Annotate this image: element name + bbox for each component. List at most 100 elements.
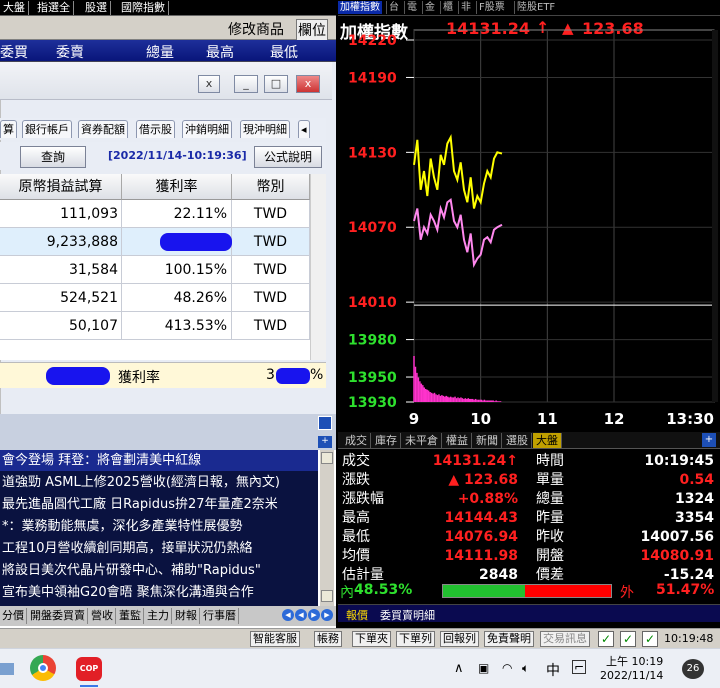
order-bar-button[interactable]: 下單列 <box>396 631 435 647</box>
maximize-icon[interactable]: □ <box>264 75 288 93</box>
tab-index-select[interactable]: 指選全 <box>34 1 74 15</box>
close-icon[interactable]: x <box>296 75 320 93</box>
cell-rate: 100.15% <box>122 256 232 284</box>
tab-calc[interactable]: 算 <box>0 120 17 138</box>
check-icon[interactable]: ✓ <box>642 631 658 647</box>
quote-tab[interactable]: 新聞 <box>473 433 502 448</box>
speaker-icon[interactable]: 🔈︎ <box>522 661 529 676</box>
chrome-icon[interactable] <box>30 655 56 681</box>
ime-mode-icon[interactable]: ⌐ <box>572 660 586 674</box>
news-item[interactable]: 最先進晶圓代工廠 日Rapidus拚27年量產2奈米 <box>0 494 318 515</box>
edit-product-button[interactable]: 修改商品 <box>228 19 284 39</box>
right-tab[interactable]: 非 <box>458 1 473 14</box>
news-item[interactable]: 將設日美次代晶片研發中心、補助"Rapidus" <box>0 560 318 581</box>
news-item[interactable]: 工程10月營收續創同期高，接單狀況仍熱絡 <box>0 538 318 559</box>
tab-intl-index[interactable]: 國際指數 <box>118 1 169 15</box>
quote-tab[interactable]: 成交 <box>342 433 371 448</box>
report-bar-button[interactable]: 回報列 <box>440 631 479 647</box>
quote-tab[interactable]: 庫存 <box>372 433 401 448</box>
scroll-down-icon[interactable] <box>321 590 333 602</box>
table-row[interactable]: 524,521 48.26% TWD <box>0 284 310 312</box>
scroll-up-icon[interactable] <box>321 452 333 464</box>
quote-tab[interactable]: 權益 <box>443 433 472 448</box>
right-tab[interactable]: 台 <box>386 1 401 14</box>
nav-arrow-icon[interactable]: ▶ <box>321 609 333 621</box>
news-item[interactable]: 會今登場 拜登：將會劃清美中紅線 <box>0 450 318 471</box>
trading-app-icon[interactable]: COP <box>76 657 102 681</box>
nav-arrow-icon[interactable]: ◀ <box>282 609 294 621</box>
right-tab[interactable]: 櫃 <box>440 1 455 14</box>
news-item[interactable]: 道強勁 ASML上修2025營收(經濟日報，無內文) <box>0 472 318 493</box>
news-item[interactable]: *：業務動能無虞，深化多產業特性展優勢 <box>0 516 318 537</box>
grid-header-currency[interactable]: 幣別 <box>232 174 310 200</box>
right-tab[interactable]: 加權指數 <box>338 1 382 14</box>
bottom-tab[interactable]: 行事曆 <box>201 608 239 624</box>
resize-icon[interactable] <box>318 416 332 430</box>
tab-daytrade-detail[interactable]: 現沖明細 <box>240 120 290 138</box>
clock-time[interactable]: 上午 10:19 <box>606 653 663 669</box>
order-folder-button[interactable]: 下單夾 <box>352 631 391 647</box>
bottom-tab[interactable]: 分價 <box>0 608 27 624</box>
close-small-icon[interactable]: x <box>198 75 220 93</box>
tab-market[interactable]: 大盤 <box>0 1 29 15</box>
quote-value: 14076.94 <box>444 529 518 545</box>
ime-indicator[interactable]: 中 <box>546 660 560 680</box>
quote-label: 昨量 <box>536 510 564 526</box>
bottom-tab[interactable]: 開盤委買賣 <box>28 608 88 624</box>
tab-bank-account[interactable]: 銀行帳戶 <box>22 120 72 138</box>
smart-service-button[interactable]: 智能客服 <box>250 631 300 647</box>
disclaimer-button[interactable]: 免責聲明 <box>484 631 534 647</box>
quote-tab[interactable]: 選股 <box>503 433 532 448</box>
tab-offset-detail[interactable]: 沖銷明細 <box>182 120 232 138</box>
query-button[interactable]: 查詢 <box>20 146 86 168</box>
formula-button[interactable]: 公式說明 <box>254 146 322 168</box>
add-icon[interactable]: + <box>318 436 332 448</box>
grid-header-amount[interactable]: 原幣損益試算 <box>0 174 122 200</box>
add-icon[interactable]: + <box>702 433 716 447</box>
minimize-icon[interactable]: _ <box>234 75 258 93</box>
query-bar: 查詢 [2022/11/14-10:19:36] 公式說明 <box>0 142 326 170</box>
tab-scroll-left-icon[interactable]: ◂ <box>298 120 310 138</box>
bottom-tab[interactable]: 財報 <box>173 608 200 624</box>
tab-quote[interactable]: 報價 <box>346 607 368 623</box>
table-row[interactable]: 111,093 22.11% TWD <box>0 200 310 228</box>
tab-stock-select[interactable]: 股選 <box>82 1 111 15</box>
clock-date[interactable]: 2022/11/14 <box>600 669 663 682</box>
summary-suffix: % <box>310 367 324 383</box>
tab-margin-quota[interactable]: 資券配額 <box>78 120 128 138</box>
quote-label: 時間 <box>536 453 564 469</box>
field-button[interactable]: 欄位 <box>296 19 328 41</box>
right-tab[interactable]: 電 <box>404 1 419 14</box>
nav-arrow-icon[interactable]: ◀ <box>295 609 307 621</box>
nav-arrow-icon[interactable]: ▶ <box>308 609 320 621</box>
quote-tab[interactable]: 未平倉 <box>402 433 442 448</box>
bottom-tab[interactable]: 董監 <box>117 608 144 624</box>
tab-borrow-stock[interactable]: 借示股 <box>136 120 175 138</box>
quote-tab[interactable]: 大盤 <box>533 433 562 448</box>
y-tick-label: 14190 <box>348 70 397 86</box>
grid-scrollbar[interactable] <box>310 174 326 360</box>
check-icon[interactable]: ✓ <box>598 631 614 647</box>
check-icon[interactable]: ✓ <box>620 631 636 647</box>
right-tab[interactable]: F股票 <box>476 1 507 14</box>
table-row[interactable]: 9,233,888 TWD <box>0 228 310 256</box>
chart-edge <box>712 30 718 402</box>
right-tab[interactable]: 陸股ETF <box>514 1 557 14</box>
tab-bidask-detail[interactable]: 委買賣明細 <box>380 607 435 623</box>
bottom-tab[interactable]: 主力 <box>145 608 172 624</box>
account-button[interactable]: 帳務 <box>314 631 342 647</box>
table-row[interactable]: 31,584 100.15% TWD <box>0 256 310 284</box>
trade-message-button[interactable]: 交易訊息 <box>540 631 590 647</box>
quote-value: 3354 <box>675 510 714 526</box>
notification-badge[interactable]: 26 <box>682 659 704 679</box>
right-tab[interactable]: 金 <box>422 1 437 14</box>
taskbar-app-icon[interactable] <box>0 663 14 675</box>
news-scrollbar[interactable] <box>320 450 334 606</box>
grid-header-rate[interactable]: 獲利率 <box>122 174 232 200</box>
news-item[interactable]: 宣布美中領袖G20會晤 聚焦深化溝通與合作 <box>0 582 318 603</box>
wifi-icon[interactable]: ◠ <box>502 661 512 675</box>
bottom-tab[interactable]: 營收 <box>89 608 116 624</box>
table-row[interactable]: 50,107 413.53% TWD <box>0 312 310 340</box>
tray-monitor-icon[interactable]: ▣ <box>478 661 489 675</box>
tray-chevron-icon[interactable]: ∧ <box>454 661 464 676</box>
